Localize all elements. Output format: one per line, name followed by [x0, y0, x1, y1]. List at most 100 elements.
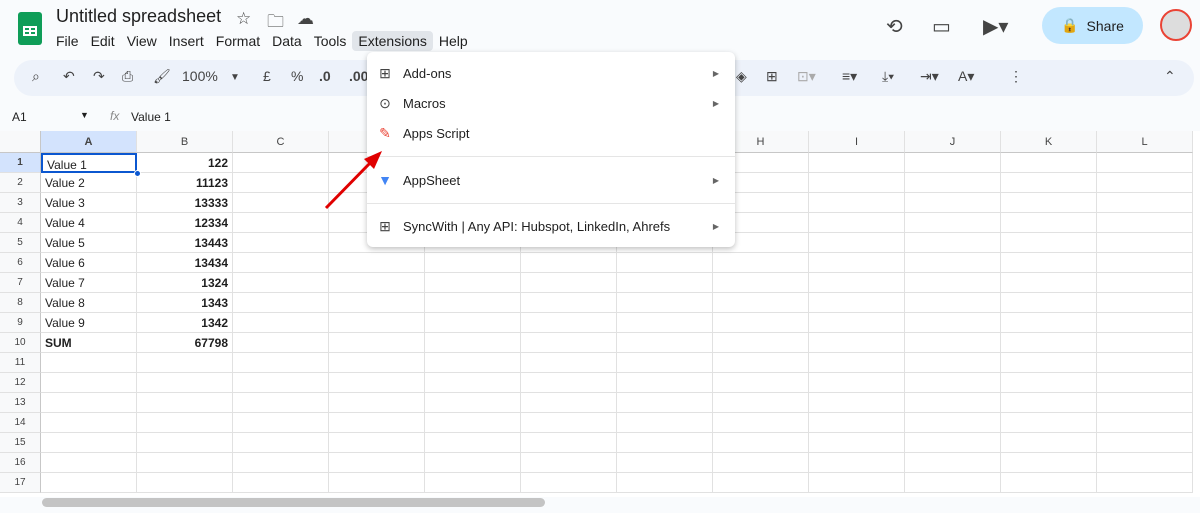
row-header[interactable]: 2 — [0, 173, 41, 193]
cell-B17[interactable] — [137, 473, 233, 493]
cell-G13[interactable] — [617, 393, 713, 413]
paint-format-icon[interactable]: 🖌 — [153, 68, 171, 85]
formula-input[interactable]: Value 1 — [131, 110, 171, 124]
menu-extensions[interactable]: Extensions — [352, 31, 433, 51]
name-box[interactable]: A1 — [12, 110, 27, 124]
cell-H17[interactable] — [713, 473, 809, 493]
sheets-logo[interactable] — [18, 12, 42, 45]
cell-I5[interactable] — [809, 233, 905, 253]
cell-G6[interactable] — [617, 253, 713, 273]
cell-I2[interactable] — [809, 173, 905, 193]
increase-decimal-button[interactable]: .00 — [349, 68, 368, 84]
cell-I9[interactable] — [809, 313, 905, 333]
chevron-down-icon[interactable]: ▼ — [80, 110, 89, 120]
cell-I13[interactable] — [809, 393, 905, 413]
more-icon[interactable]: ⋮ — [1009, 68, 1023, 85]
cell-B7[interactable]: 1324 — [137, 273, 233, 293]
cell-L5[interactable] — [1097, 233, 1193, 253]
cell-J13[interactable] — [905, 393, 1001, 413]
cell-A11[interactable] — [41, 353, 137, 373]
print-icon[interactable]: ⎙ — [122, 68, 133, 85]
cell-E7[interactable] — [425, 273, 521, 293]
cell-D11[interactable] — [329, 353, 425, 373]
cell-D16[interactable] — [329, 453, 425, 473]
cell-C13[interactable] — [233, 393, 329, 413]
cell-F15[interactable] — [521, 433, 617, 453]
cell-K3[interactable] — [1001, 193, 1097, 213]
cell-F16[interactable] — [521, 453, 617, 473]
cell-B15[interactable] — [137, 433, 233, 453]
cell-C3[interactable] — [233, 193, 329, 213]
column-header-J[interactable]: J — [905, 131, 1001, 153]
row-header[interactable]: 11 — [0, 353, 41, 373]
cell-A12[interactable] — [41, 373, 137, 393]
row-header[interactable]: 17 — [0, 473, 41, 493]
cell-J12[interactable] — [905, 373, 1001, 393]
cell-B3[interactable]: 13333 — [137, 193, 233, 213]
cell-A17[interactable] — [41, 473, 137, 493]
cell-E13[interactable] — [425, 393, 521, 413]
cell-A5[interactable]: Value 5 — [41, 233, 137, 253]
cell-D12[interactable] — [329, 373, 425, 393]
cell-L1[interactable] — [1097, 153, 1193, 173]
cell-J15[interactable] — [905, 433, 1001, 453]
cell-C2[interactable] — [233, 173, 329, 193]
cell-L10[interactable] — [1097, 333, 1193, 353]
menu-item-macros[interactable]: ⊙ Macros ▶ — [367, 88, 735, 118]
cell-B11[interactable] — [137, 353, 233, 373]
cell-L15[interactable] — [1097, 433, 1193, 453]
cell-J11[interactable] — [905, 353, 1001, 373]
cell-H10[interactable] — [713, 333, 809, 353]
cell-L13[interactable] — [1097, 393, 1193, 413]
currency-button[interactable]: £ — [263, 68, 271, 84]
cell-K12[interactable] — [1001, 373, 1097, 393]
cell-D13[interactable] — [329, 393, 425, 413]
chevron-down-icon[interactable]: ▼ — [230, 72, 240, 83]
cell-H15[interactable] — [713, 433, 809, 453]
cell-H11[interactable] — [713, 353, 809, 373]
cell-D6[interactable] — [329, 253, 425, 273]
share-button[interactable]: 🔒 Share — [1042, 7, 1143, 44]
cell-K4[interactable] — [1001, 213, 1097, 233]
cell-E8[interactable] — [425, 293, 521, 313]
cell-K16[interactable] — [1001, 453, 1097, 473]
cell-I1[interactable] — [809, 153, 905, 173]
cell-A4[interactable]: Value 4 — [41, 213, 137, 233]
cell-H7[interactable] — [713, 273, 809, 293]
cell-C4[interactable] — [233, 213, 329, 233]
row-header[interactable]: 14 — [0, 413, 41, 433]
cell-I6[interactable] — [809, 253, 905, 273]
cell-G17[interactable] — [617, 473, 713, 493]
cell-C10[interactable] — [233, 333, 329, 353]
row-header[interactable]: 1 — [0, 153, 41, 173]
cell-J10[interactable] — [905, 333, 1001, 353]
percent-button[interactable]: % — [291, 68, 303, 84]
menu-insert[interactable]: Insert — [163, 31, 210, 51]
cell-B4[interactable]: 12334 — [137, 213, 233, 233]
cell-J3[interactable] — [905, 193, 1001, 213]
cell-I15[interactable] — [809, 433, 905, 453]
merge-cells-icon[interactable]: ⊡▾ — [797, 68, 816, 85]
row-header[interactable]: 10 — [0, 333, 41, 353]
menu-tools[interactable]: Tools — [308, 31, 353, 51]
cell-C12[interactable] — [233, 373, 329, 393]
cell-E11[interactable] — [425, 353, 521, 373]
cell-J5[interactable] — [905, 233, 1001, 253]
cell-K1[interactable] — [1001, 153, 1097, 173]
menu-view[interactable]: View — [121, 31, 163, 51]
cell-L8[interactable] — [1097, 293, 1193, 313]
cell-E17[interactable] — [425, 473, 521, 493]
cell-G14[interactable] — [617, 413, 713, 433]
cell-I11[interactable] — [809, 353, 905, 373]
cell-B14[interactable] — [137, 413, 233, 433]
cell-C16[interactable] — [233, 453, 329, 473]
cell-H6[interactable] — [713, 253, 809, 273]
menu-item-syncwith[interactable]: ⊞ SyncWith | Any API: Hubspot, LinkedIn, … — [367, 211, 735, 241]
cell-B16[interactable] — [137, 453, 233, 473]
meet-icon[interactable]: ▶▾ — [983, 14, 1008, 39]
cell-K9[interactable] — [1001, 313, 1097, 333]
cell-F10[interactable] — [521, 333, 617, 353]
menu-format[interactable]: Format — [210, 31, 266, 51]
column-header-C[interactable]: C — [233, 131, 329, 153]
cell-L11[interactable] — [1097, 353, 1193, 373]
